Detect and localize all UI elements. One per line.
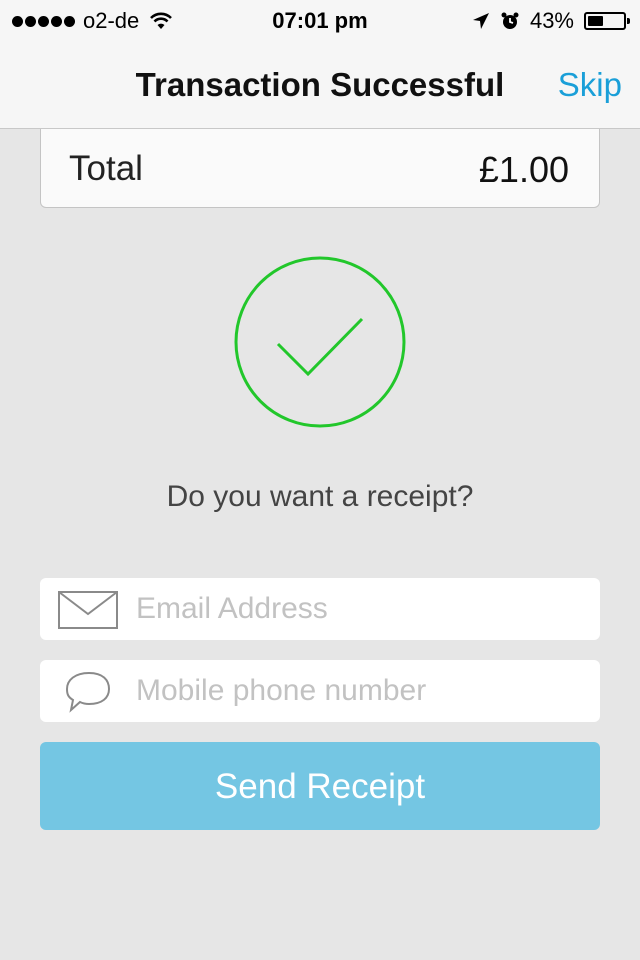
total-value: £1.00 [478,149,569,190]
battery-level [588,16,603,26]
battery-percent: 43% [529,8,574,33]
send-receipt-button[interactable]: Send Receipt [40,742,600,830]
battery-icon [584,12,630,30]
total-label: Total [69,149,143,188]
speech-bubble-icon [65,671,111,713]
phone-input[interactable] [136,660,576,722]
envelope-icon [58,591,118,629]
status-bar: o2-de 07:01 pm 43% [0,0,640,40]
location-arrow-icon [472,13,489,29]
status-right: 43% [472,8,630,34]
phone-field[interactable] [40,660,600,722]
navigation-bar: Transaction Successful Skip [0,40,640,129]
checkmark-circle-icon [234,256,406,428]
skip-button[interactable]: Skip [558,66,622,104]
page-title: Transaction Successful [135,66,505,103]
email-field[interactable] [40,578,600,640]
email-input[interactable] [136,578,576,640]
receipt-question: Do you want a receipt? [166,480,474,513]
success-checkmark [234,256,406,428]
total-card: Total £1.00 [40,129,600,208]
alarm-clock-icon [501,12,519,29]
